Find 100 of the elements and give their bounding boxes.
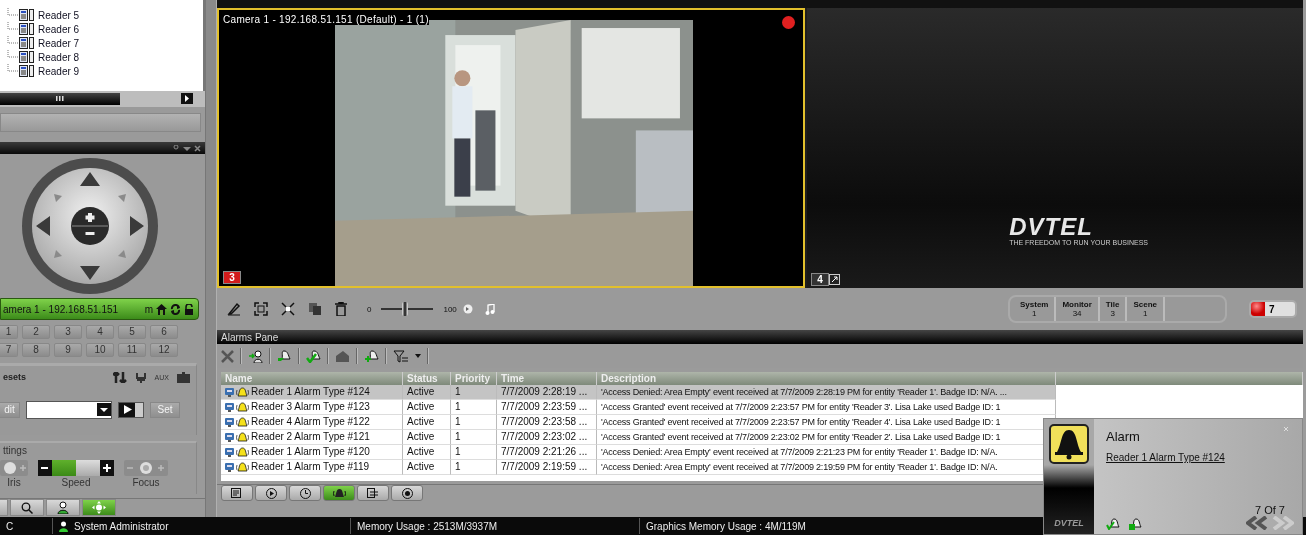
- copy-icon[interactable]: [308, 302, 322, 316]
- card-reader-icon: [19, 65, 35, 77]
- camera-title: Camera 1 - 192.168.51.151 (Default) - 1 (1): [223, 14, 429, 25]
- preset-dropdown[interactable]: [26, 400, 112, 419]
- user-name: System Administrator: [74, 520, 170, 532]
- lock-icon[interactable]: [184, 303, 194, 315]
- preset-number-button[interactable]: 6: [150, 324, 178, 339]
- scrollbar-thumb[interactable]: [0, 92, 120, 105]
- alarm-row[interactable]: Reader 1 Alarm Type #124 Active 1 7/7/2009 2:28:19 ... 'Access Denied: Area Empty' event received at 7/7/2009 2:28:19 PM for entity 'Reader 1'. Badge ID: N/A. ...: [221, 385, 1303, 400]
- alarm-bell-icon: [236, 446, 249, 458]
- alarm-name: Reader 2 Alarm Type #121: [251, 430, 370, 444]
- camera-name: amera 1 - 192.168.51.151: [3, 303, 120, 315]
- preset-number-button[interactable]: 3: [54, 324, 82, 339]
- music-note-icon[interactable]: [484, 303, 495, 315]
- speaker-icon[interactable]: [462, 304, 473, 314]
- pane-tab[interactable]: [221, 485, 253, 501]
- status-value: 34: [1072, 309, 1082, 318]
- status-label: Monitor: [1062, 300, 1092, 309]
- trash-icon[interactable]: [335, 302, 347, 316]
- tile-number: 4: [811, 273, 829, 286]
- preset-number-button[interactable]: 8: [22, 342, 50, 357]
- previous-arrows-icon[interactable]: [1246, 516, 1294, 530]
- panel-tab[interactable]: [46, 499, 80, 517]
- move-icon: [92, 501, 106, 515]
- monitor-icon: [225, 447, 234, 457]
- filter-icon[interactable]: [393, 349, 409, 363]
- caret-icon[interactable]: [415, 354, 421, 358]
- plus-icon[interactable]: [100, 459, 114, 476]
- preset-number-button[interactable]: 7: [0, 342, 18, 357]
- preset-number-button[interactable]: 2: [22, 324, 50, 339]
- preset-number-button[interactable]: 4: [86, 324, 114, 339]
- monitor-icon: [225, 417, 234, 427]
- clock-icon: [299, 487, 311, 499]
- status-value: 1: [1032, 309, 1037, 318]
- status-value: 3: [1110, 309, 1115, 318]
- camera-code: m: [144, 303, 153, 315]
- pane-tab[interactable]: [391, 485, 423, 501]
- alarm-name: Reader 3 Alarm Type #123: [251, 400, 370, 414]
- person-bell-icon[interactable]: [248, 349, 263, 363]
- preset-number-button[interactable]: 12: [150, 342, 178, 357]
- graphics-memory-usage: Graphics Memory Usage : 4M/119M: [646, 520, 806, 532]
- preset-number-button[interactable]: 10: [86, 342, 114, 357]
- camera-bar[interactable]: amera 1 - 192.168.51.151 m: [0, 298, 199, 320]
- preset-number-button[interactable]: 9: [54, 342, 82, 357]
- video-tile[interactable]: Camera 1 - 192.168.51.151 (Default) - 1 (1) 3: [217, 8, 805, 288]
- snooze-icon[interactable]: [1128, 518, 1142, 530]
- pane-tab[interactable]: [255, 485, 287, 501]
- status-label: Tile: [1105, 300, 1120, 309]
- pane-title: Alarms Pane: [221, 331, 279, 343]
- home-icon[interactable]: [156, 303, 167, 315]
- alarm-bell-icon: [332, 487, 346, 499]
- panel-tab[interactable]: [10, 499, 44, 517]
- alarm-link[interactable]: Reader 1 Alarm Type #124: [1106, 452, 1294, 463]
- preset-number-button[interactable]: 11: [118, 342, 146, 357]
- volume-min: 0: [367, 304, 372, 314]
- fullscreen-icon[interactable]: [254, 302, 268, 316]
- minus-icon[interactable]: [38, 459, 52, 476]
- sort-icon[interactable]: [112, 371, 127, 383]
- alarm-name: Reader 1 Alarm Type #124: [251, 385, 370, 399]
- tree-item[interactable]: Reader 6: [38, 23, 80, 35]
- caret-icon: [97, 403, 111, 417]
- monitor-icon: [225, 432, 234, 442]
- pane-tab[interactable]: [289, 485, 321, 501]
- refresh-icon[interactable]: [170, 303, 181, 315]
- bell-arrow-icon[interactable]: [277, 349, 292, 363]
- preset-number-button[interactable]: 1: [0, 324, 18, 339]
- tree-item[interactable]: Reader 5: [38, 9, 80, 21]
- card-reader-icon: [19, 37, 35, 49]
- search-icon: [21, 501, 33, 514]
- tree-item[interactable]: Reader 7: [38, 37, 80, 49]
- presets-title: esets: [3, 372, 27, 383]
- expand-icon[interactable]: [829, 274, 840, 285]
- plus-bell-icon[interactable]: [364, 349, 379, 363]
- status-label: Scene: [1133, 300, 1157, 309]
- badge-icon: [401, 487, 413, 499]
- compress-icon[interactable]: [281, 302, 295, 316]
- alarm-counter[interactable]: 7: [1249, 300, 1297, 318]
- preset-number-button[interactable]: 5: [118, 324, 146, 339]
- slider-thumb[interactable]: [401, 302, 408, 316]
- status-label: System: [1020, 300, 1049, 309]
- alarm-bell-icon: [236, 401, 249, 413]
- play-button[interactable]: [118, 401, 144, 418]
- close-icon[interactable]: [221, 349, 234, 363]
- tree-item[interactable]: Reader 9: [38, 65, 80, 77]
- alarm-light-icon: [1251, 302, 1265, 316]
- tree-item[interactable]: Reader 8: [38, 51, 80, 63]
- acknowledge-icon[interactable]: [1106, 518, 1120, 530]
- pane-tab[interactable]: [357, 485, 389, 501]
- status-value: 1: [1143, 309, 1148, 318]
- pane-tab[interactable]: [323, 485, 355, 501]
- scroll-right-icon[interactable]: [181, 93, 193, 105]
- alarm-count: 7: [1269, 303, 1275, 315]
- speed-label: Speed: [61, 476, 91, 488]
- card-reader-icon: [19, 51, 35, 63]
- monitor-icon: [225, 387, 234, 397]
- house-icon[interactable]: [335, 349, 350, 363]
- edit-icon[interactable]: [227, 302, 241, 316]
- checkmark-bell-icon[interactable]: [306, 349, 321, 363]
- status-text: C: [6, 520, 15, 532]
- speed-slider[interactable]: [38, 459, 114, 476]
